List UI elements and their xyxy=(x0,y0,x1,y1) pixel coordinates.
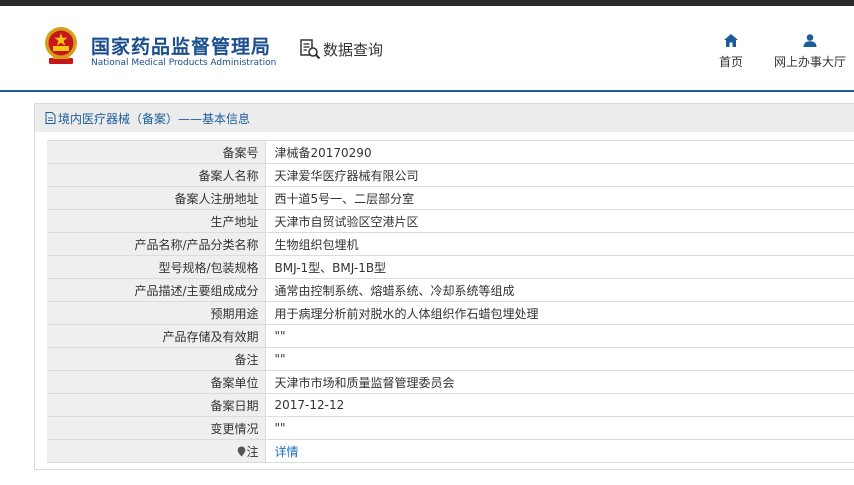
table-row: 备案号 津械备20170290 xyxy=(47,140,854,164)
field-label: 备案号 xyxy=(47,140,266,164)
field-label: 型号规格/包装规格 xyxy=(47,255,266,279)
header-divider xyxy=(0,90,854,92)
record-table: 备案号 津械备20170290 备案人名称 天津爱华医疗器械有限公司 备案人注册地址… xyxy=(47,140,854,463)
field-value: "" xyxy=(265,416,854,440)
table-row: 产品名称/产品分类名称 生物组织包埋机 xyxy=(47,232,854,256)
field-value: "" xyxy=(265,347,854,371)
breadcrumb: 境内医疗器械（备案）——基本信息 xyxy=(35,104,854,132)
table-row: 生产地址 天津市自贸试验区空港片区 xyxy=(47,209,854,233)
field-label: 变更情况 xyxy=(47,416,266,440)
data-query-link[interactable]: 数据查询 xyxy=(299,38,383,60)
field-label: 产品描述/主要组成成分 xyxy=(47,278,266,302)
table-row: 产品描述/主要组成成分 通常由控制系统、熔蜡系统、冷却系统等组成 xyxy=(47,278,854,302)
field-value: 2017-12-12 xyxy=(265,393,854,417)
table-row: 备注 "" xyxy=(47,347,854,371)
nav-home-label: 首页 xyxy=(718,55,743,69)
note-label-cell: 注 xyxy=(47,439,266,463)
site-title[interactable]: 国家药品监督管理局 xyxy=(91,32,271,59)
field-value: 西十道5号一、二层部分室 xyxy=(265,186,854,210)
field-label: 备注 xyxy=(47,347,266,371)
table-row: 型号规格/包装规格 BMJ-1型、BMJ-1B型 xyxy=(47,255,854,279)
nav-online-office[interactable]: 网上办事大厅 xyxy=(770,34,850,70)
field-value: 用于病理分析前对脱水的人体组织作石蜡包埋处理 xyxy=(265,301,854,325)
table-row: 注 详情 xyxy=(47,439,854,463)
document-icon xyxy=(45,112,56,124)
record-panel: 境内医疗器械（备案）——基本信息 备案号 津械备20170290 备案人名称 天津爱… xyxy=(34,103,854,470)
field-value: 天津爱华医疗器械有限公司 xyxy=(265,163,854,187)
field-label: 预期用途 xyxy=(47,301,266,325)
site-title-en: National Medical Products Administration xyxy=(91,58,277,68)
field-label: 生产地址 xyxy=(47,209,266,233)
field-label: 备案日期 xyxy=(47,393,266,417)
field-label: 产品名称/产品分类名称 xyxy=(47,232,266,256)
user-icon xyxy=(803,34,817,47)
table-row: 产品存储及有效期 "" xyxy=(47,324,854,348)
table-row: 变更情况 "" xyxy=(47,416,854,440)
site-header: 国家药品监督管理局 National Medical Products Admi… xyxy=(0,6,854,90)
national-emblem-icon xyxy=(45,27,77,64)
field-label: 备案单位 xyxy=(47,370,266,394)
field-label: 备案人注册地址 xyxy=(47,186,266,210)
table-row: 预期用途 用于病理分析前对脱水的人体组织作石蜡包埋处理 xyxy=(47,301,854,325)
field-value: 通常由控制系统、熔蜡系统、冷却系统等组成 xyxy=(265,278,854,302)
field-value: "" xyxy=(265,324,854,348)
nav-online-office-label: 网上办事大厅 xyxy=(773,55,846,69)
breadcrumb-text[interactable]: 境内医疗器械（备案）——基本信息 xyxy=(58,110,250,127)
note-label: 注 xyxy=(246,444,259,459)
details-link[interactable]: 详情 xyxy=(275,445,299,459)
field-value: 津械备20170290 xyxy=(265,140,854,164)
note-value-cell: 详情 xyxy=(265,439,854,463)
field-value: 天津市市场和质量监督管理委员会 xyxy=(265,370,854,394)
table-row: 备案人注册地址 西十道5号一、二层部分室 xyxy=(47,186,854,210)
field-value: 天津市自贸试验区空港片区 xyxy=(265,209,854,233)
data-query-label: 数据查询 xyxy=(323,40,384,59)
table-row: 备案人名称 天津爱华医疗器械有限公司 xyxy=(47,163,854,187)
data-query-icon xyxy=(300,39,321,60)
field-label: 产品存储及有效期 xyxy=(47,324,266,348)
field-value: 生物组织包埋机 xyxy=(265,232,854,256)
nav-home[interactable]: 首页 xyxy=(712,34,750,70)
table-row: 备案单位 天津市市场和质量监督管理委员会 xyxy=(47,370,854,394)
table-row: 备案日期 2017-12-12 xyxy=(47,393,854,417)
home-icon xyxy=(724,34,738,47)
field-label: 备案人名称 xyxy=(47,163,266,187)
field-value: BMJ-1型、BMJ-1B型 xyxy=(265,255,854,279)
